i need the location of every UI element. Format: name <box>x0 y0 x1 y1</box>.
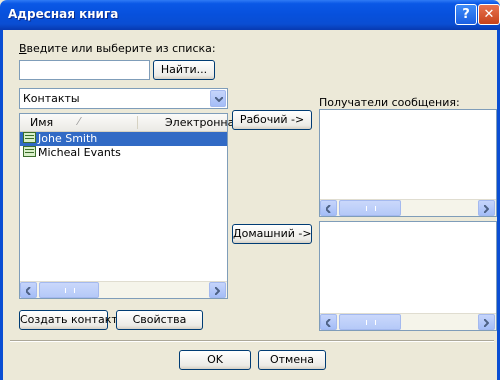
list-item[interactable]: Johe Smith <box>20 132 227 146</box>
horizontal-scrollbar[interactable] <box>320 199 496 216</box>
source-combobox[interactable]: Контакты <box>19 88 228 109</box>
find-button[interactable]: Найти... <box>153 60 215 80</box>
window-title: Адресная книга <box>8 7 119 21</box>
scroll-right-icon[interactable] <box>209 282 226 298</box>
search-input[interactable] <box>19 60 150 80</box>
scroll-thumb[interactable] <box>339 314 401 330</box>
scroll-left-icon[interactable] <box>320 314 337 330</box>
column-divider[interactable] <box>137 116 138 129</box>
scroll-left-icon[interactable] <box>320 200 337 216</box>
sort-arrow-icon: ⁄ <box>78 115 80 128</box>
cancel-button[interactable]: Отмена <box>258 350 326 370</box>
recipients-label: Получатели сообщения: <box>319 96 460 109</box>
column-header-email[interactable]: Электронная <box>165 116 241 129</box>
scroll-thumb[interactable] <box>339 200 401 216</box>
combo-value: Контакты <box>23 92 80 105</box>
scroll-thumb[interactable] <box>39 282 99 298</box>
column-header-name[interactable]: Имя <box>30 116 53 129</box>
list-item[interactable]: Micheal Evants <box>20 146 227 160</box>
contacts-list[interactable]: Имя ⁄ Электронная Johe Smith Micheal Eva… <box>19 113 241 299</box>
create-contact-button[interactable]: Создать контакт <box>19 310 118 330</box>
contact-card-icon <box>23 146 36 157</box>
list-header: Имя ⁄ Электронная <box>20 114 241 132</box>
add-work-recipient-button[interactable]: Рабочий -> <box>232 110 312 130</box>
scroll-left-icon[interactable] <box>20 282 37 298</box>
chevron-down-icon[interactable] <box>210 90 226 107</box>
ok-button[interactable]: OK <box>179 350 251 370</box>
close-button[interactable]: ✕ <box>478 4 500 25</box>
horizontal-scrollbar[interactable] <box>320 313 496 330</box>
home-recipients-list[interactable] <box>319 221 497 331</box>
scroll-right-icon[interactable] <box>478 200 495 216</box>
horizontal-scrollbar[interactable] <box>20 281 227 298</box>
window-frame-left <box>0 30 3 380</box>
properties-button[interactable]: Свойства <box>116 310 203 330</box>
contact-card-icon <box>23 132 36 143</box>
work-recipients-list[interactable] <box>319 109 497 217</box>
scroll-right-icon[interactable] <box>478 314 495 330</box>
search-label: Введите или выберите из списка: <box>19 42 216 55</box>
separator <box>10 340 494 342</box>
add-home-recipient-button[interactable]: Домашний -> <box>232 224 312 244</box>
help-button[interactable]: ? <box>455 4 477 25</box>
